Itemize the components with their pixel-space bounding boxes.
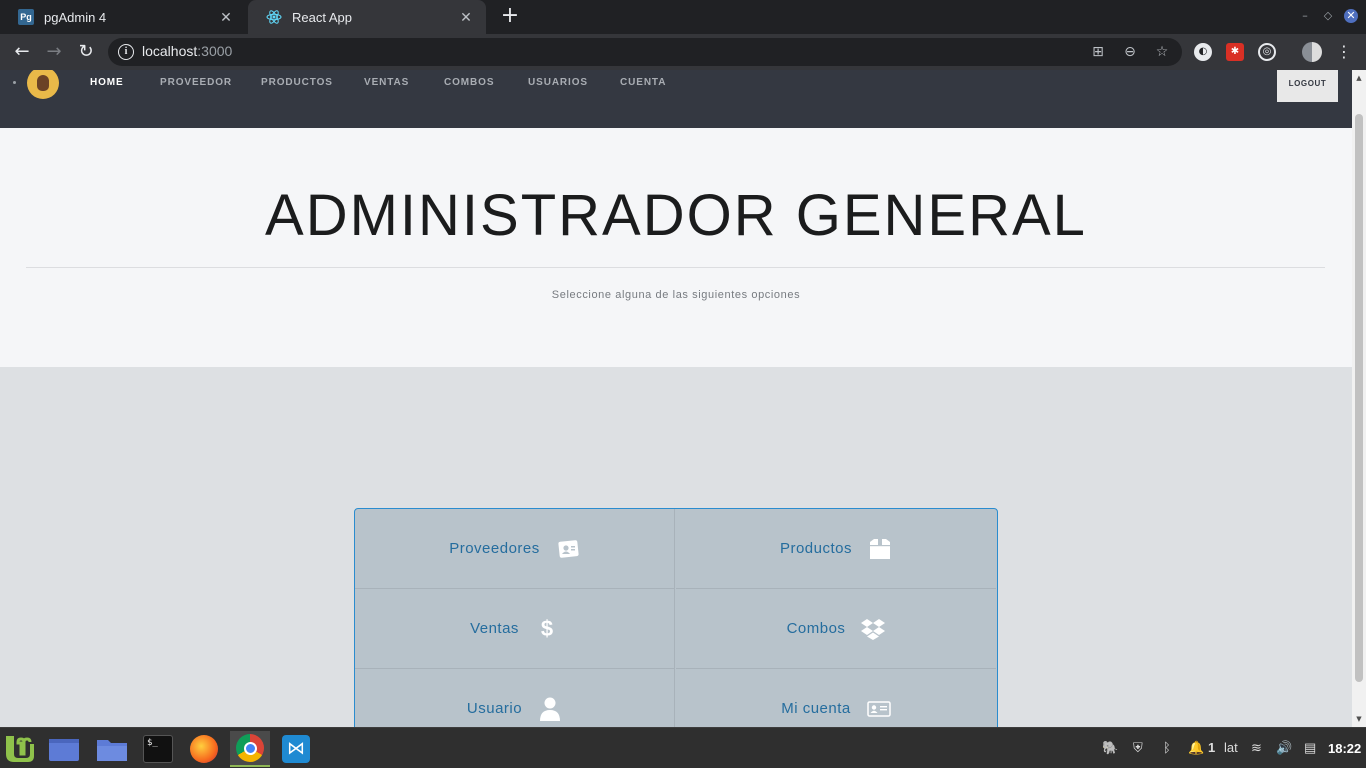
option-combos[interactable]: Combos (676, 589, 996, 669)
address-book-icon (556, 537, 580, 561)
close-tab-icon[interactable]: ✕ (218, 9, 234, 25)
tab-title: pgAdmin 4 (44, 9, 107, 25)
address-bar[interactable]: i localhost:3000 ⊞ ⊖ ☆ (108, 38, 1182, 66)
firefox-icon[interactable] (184, 731, 224, 767)
bluetooth-icon[interactable]: ᛒ (1163, 740, 1171, 755)
option-label: Combos (786, 620, 846, 637)
bookmark-star-icon[interactable]: ☆ (1154, 44, 1170, 60)
divider (26, 267, 1325, 268)
app-navbar: HOME PROVEEDOR PRODUCTOS VENTAS COMBOS U… (0, 70, 1352, 128)
extension-icon[interactable]: ◎ (1258, 43, 1276, 61)
taskbar: $_ ⋈ 🐘 ⛨ ᛒ 🔔 1 lat ≋ 🔊 ▤ 18:22 (0, 727, 1366, 768)
mint-menu-icon[interactable] (0, 731, 40, 767)
file-manager-icon[interactable] (92, 731, 132, 767)
clipboard-icon[interactable]: ▤ (1304, 740, 1316, 756)
nav-proveedor[interactable]: PROVEEDOR (160, 77, 232, 88)
option-ventas[interactable]: Ventas $ (355, 589, 675, 669)
option-productos[interactable]: Productos (676, 509, 996, 589)
option-mi-cuenta[interactable]: Mi cuenta (676, 669, 996, 727)
option-label: Ventas (470, 620, 519, 637)
nav-usuarios[interactable]: USUARIOS (528, 77, 588, 88)
volume-icon[interactable]: 🔊 (1276, 740, 1292, 756)
option-label: Proveedores (449, 540, 540, 557)
box-icon (868, 537, 892, 561)
clock[interactable]: 18:22 (1328, 741, 1361, 756)
close-tab-icon[interactable]: ✕ (458, 9, 474, 25)
browser-tabstrip: Pg pgAdmin 4 ✕ React App ✕ + – ◇ ✕ (0, 0, 1366, 34)
keyboard-layout[interactable]: lat (1224, 740, 1238, 755)
reload-button[interactable]: ↻ (76, 42, 96, 62)
vscode-icon[interactable]: ⋈ (276, 731, 316, 767)
nav-home[interactable]: HOME (90, 77, 124, 88)
tab-react-app[interactable]: React App ✕ (248, 0, 486, 34)
user-icon (538, 697, 562, 721)
scrollbar-thumb[interactable] (1355, 114, 1363, 682)
options-grid: Proveedores Productos Ventas $ Combos Us… (354, 508, 998, 727)
postgres-tray-icon[interactable]: 🐘 (1102, 740, 1118, 756)
close-window-button[interactable]: ✕ (1344, 9, 1358, 23)
nav-ventas[interactable]: VENTAS (364, 77, 409, 88)
nav-cuenta[interactable]: CUENTA (620, 77, 666, 88)
minimize-button[interactable]: – (1298, 9, 1312, 23)
option-proveedores[interactable]: Proveedores (355, 509, 675, 589)
logout-button[interactable]: LOGOUT (1277, 70, 1338, 102)
terminal-icon[interactable]: $_ (138, 731, 178, 767)
notification-count: 1 (1208, 740, 1216, 755)
option-label: Usuario (466, 700, 523, 717)
browser-menu-icon[interactable]: ⋮ (1336, 42, 1352, 62)
shield-icon[interactable]: ⛨ (1133, 740, 1143, 756)
page-title: ADMINISTRADOR GENERAL (265, 183, 1087, 248)
hero-section: ADMINISTRADOR GENERAL Seleccione alguna … (0, 128, 1352, 367)
profile-avatar[interactable] (1302, 42, 1322, 62)
react-icon (266, 9, 282, 25)
url-text: localhost:3000 (142, 43, 233, 59)
tab-title: React App (292, 9, 352, 25)
nav-bullet (13, 81, 16, 84)
option-label: Productos (779, 540, 853, 557)
translate-icon[interactable]: ⊞ (1090, 44, 1106, 60)
dollar-icon: $ (540, 615, 554, 641)
tab-pgadmin[interactable]: Pg pgAdmin 4 ✕ (0, 0, 246, 34)
wifi-icon[interactable]: ≋ (1251, 740, 1262, 756)
nav-combos[interactable]: COMBOS (444, 77, 494, 88)
option-label: Mi cuenta (781, 700, 851, 717)
extension-icon[interactable]: ✱ (1226, 43, 1244, 61)
notification-icon[interactable]: 🔔 (1188, 740, 1204, 756)
pgadmin-icon: Pg (18, 9, 34, 25)
new-tab-button[interactable]: + (498, 5, 522, 29)
dropbox-icon (861, 617, 886, 641)
chrome-icon[interactable] (230, 731, 270, 767)
scroll-down-icon[interactable]: ▼ (1355, 715, 1363, 723)
site-info-icon[interactable]: i (118, 44, 134, 60)
page-scrollbar[interactable]: ▲ ▼ (1352, 70, 1366, 727)
mate-logo-icon[interactable] (27, 70, 59, 99)
zoom-icon[interactable]: ⊖ (1122, 44, 1138, 60)
browser-toolbar: ← → ↻ i localhost:3000 ⊞ ⊖ ☆ (0, 34, 1366, 70)
page-viewport: HOME PROVEEDOR PRODUCTOS VENTAS COMBOS U… (0, 70, 1352, 727)
restore-button[interactable]: ◇ (1321, 9, 1335, 23)
forward-button[interactable]: → (44, 42, 64, 62)
page-subtitle: Seleccione alguna de las siguientes opci… (551, 289, 801, 301)
extension-icon[interactable]: ◐ (1194, 43, 1212, 61)
scroll-up-icon[interactable]: ▲ (1355, 74, 1363, 82)
show-desktop-icon[interactable] (44, 731, 84, 767)
back-button[interactable]: ← (12, 42, 32, 62)
id-card-icon (867, 697, 891, 721)
option-usuario[interactable]: Usuario (355, 669, 675, 727)
nav-productos[interactable]: PRODUCTOS (261, 77, 333, 88)
